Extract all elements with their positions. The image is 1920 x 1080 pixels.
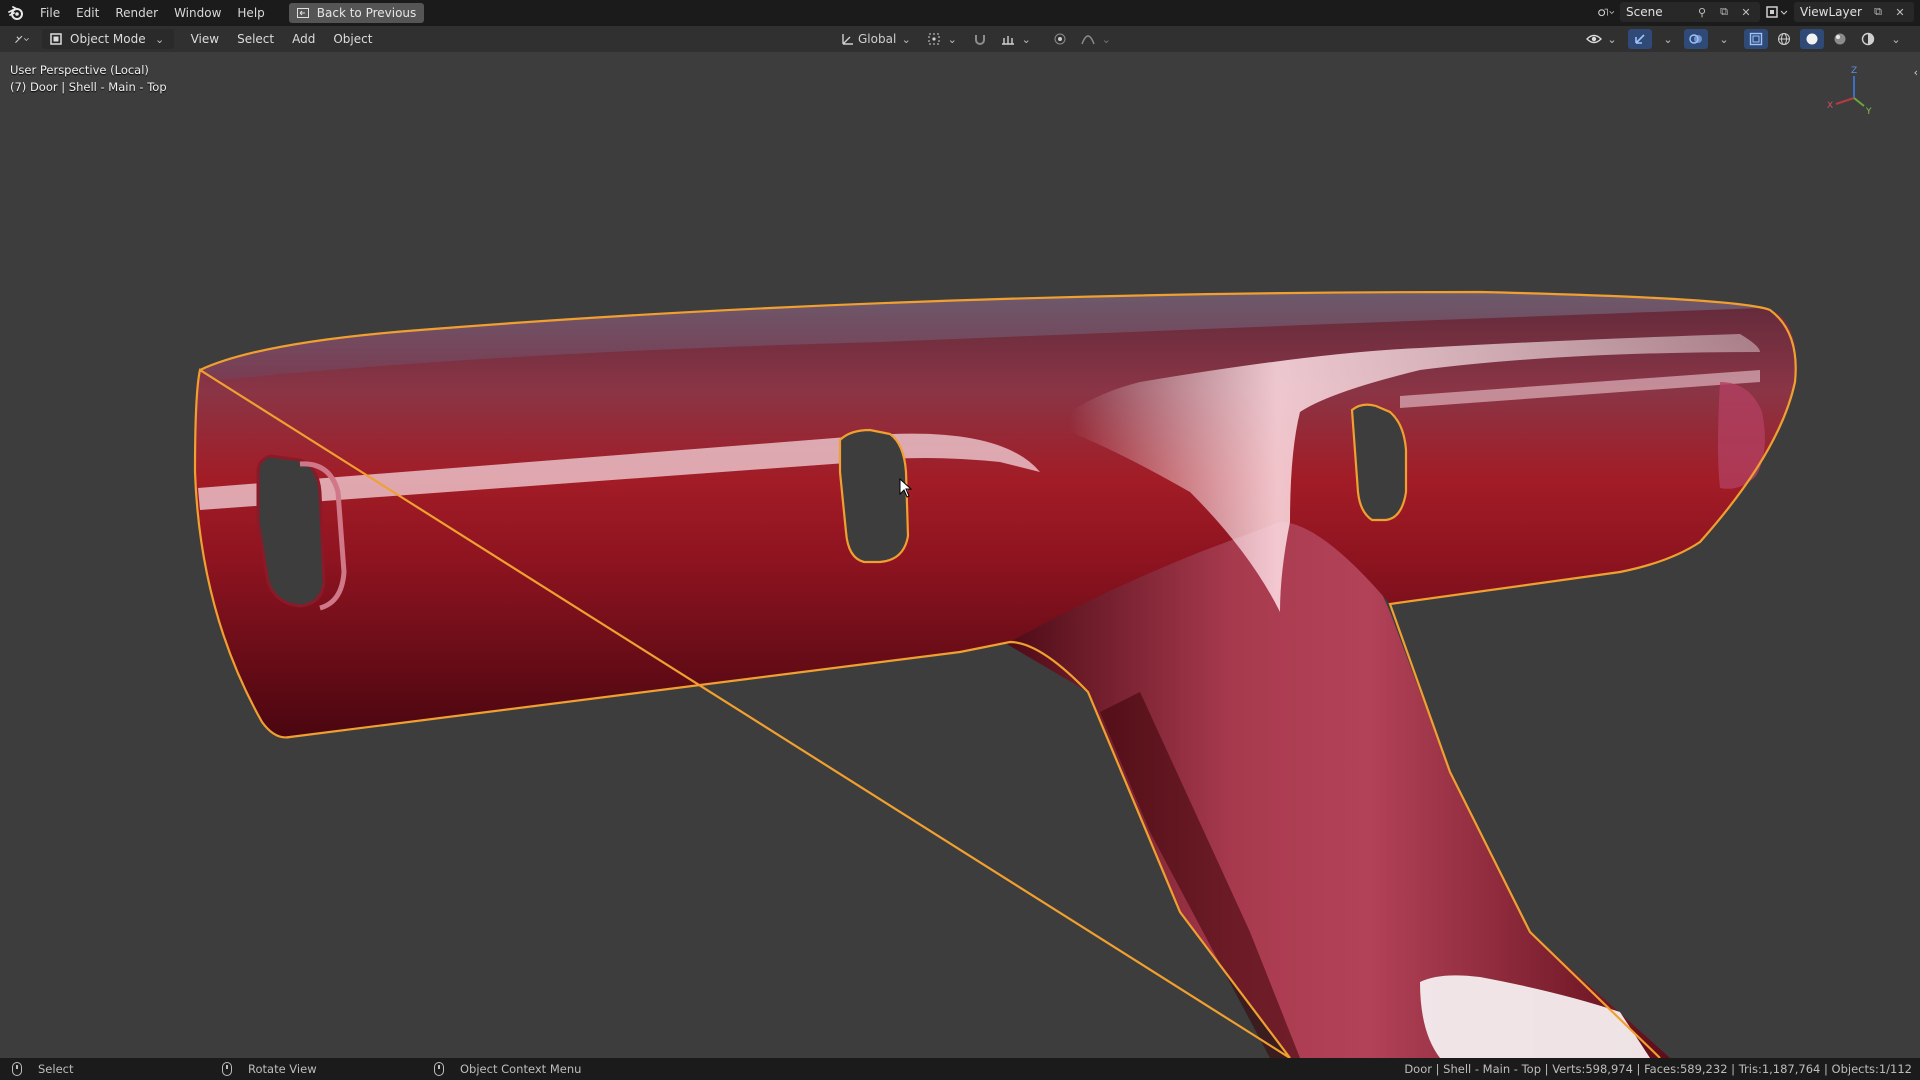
snap-increment-icon [1000,31,1016,47]
viewport-info-overlay: User Perspective (Local) (7) Door | Shel… [10,62,167,96]
perspective-label: User Perspective (Local) [10,63,149,77]
blender-logo-icon[interactable] [0,0,32,26]
sidebar-toggle-icon[interactable]: ‹ [1914,66,1918,79]
menu-render[interactable]: Render [107,2,166,24]
navigation-gizmo[interactable]: Z X Y [1824,62,1884,122]
chevron-down-icon: ⌄ [154,32,165,46]
editor-type-icon [14,31,30,47]
scene-icon[interactable] [1598,4,1614,20]
xray-toggle[interactable] [1744,29,1768,49]
menu-add[interactable]: Add [283,32,324,46]
shading-options-dropdown[interactable]: ⌄ [1884,29,1908,49]
shading-rendered-button[interactable] [1856,29,1880,49]
menu-file[interactable]: File [32,2,68,24]
viewport-header: Object Mode ⌄ View Select Add Object Glo… [0,26,1920,52]
status-rotate-view: Rotate View [222,1062,317,1076]
menu-edit[interactable]: Edit [68,2,107,24]
new-scene-icon[interactable]: ⧉ [1716,4,1732,20]
proportional-icon [1052,31,1068,47]
menu-view[interactable]: View [182,32,228,46]
new-viewlayer-icon[interactable]: ⧉ [1870,4,1886,20]
top-menu-bar: File Edit Render Window Help Back to Pre… [0,0,1920,26]
snap-icon [972,31,988,47]
remove-viewlayer-icon[interactable]: ✕ [1892,4,1908,20]
transform-icon [840,31,856,47]
pivot-point-dropdown[interactable]: ⌄ [922,29,964,49]
active-object-label: (7) Door | Shell - Main - Top [10,80,167,94]
proportional-falloff-dropdown[interactable]: ⌄ [1076,29,1118,49]
close-icon[interactable]: ✕ [1738,4,1754,20]
status-context-label: Object Context Menu [460,1062,582,1076]
transform-orientation-label: Global [858,32,897,46]
chevron-down-icon: ⌄ [1891,32,1901,46]
chevron-down-icon: ⌄ [1663,32,1673,46]
falloff-curve-icon [1080,31,1096,47]
object-mesh-render [193,290,1797,1058]
viewlayer-selector[interactable]: ViewLayer ⧉ ✕ [1794,2,1914,22]
chevron-down-icon: ⌄ [947,32,957,46]
shading-solid-button[interactable] [1800,29,1824,49]
menu-select[interactable]: Select [228,32,283,46]
gizmo-x-label: X [1827,101,1833,111]
shading-wireframe-icon [1776,31,1792,47]
menu-object[interactable]: Object [324,32,381,46]
snap-target-dropdown[interactable]: ⌄ [996,29,1038,49]
gizmo-z-label: Z [1851,66,1857,76]
chevron-down-icon: ⌄ [1719,32,1729,46]
mouse-left-icon [12,1062,22,1076]
transform-orientation-dropdown[interactable]: Global ⌄ [836,29,918,49]
back-to-previous-button[interactable]: Back to Previous [288,3,425,23]
gizmo-dropdown[interactable]: ⌄ [1656,29,1680,49]
viewlayer-icon[interactable] [1766,4,1788,20]
editor-type-button[interactable] [8,29,36,49]
status-rotate-label: Rotate View [248,1062,317,1076]
xray-icon [1748,31,1764,47]
object-mode-label: Object Mode [70,32,146,46]
chevron-down-icon: ⌄ [1021,32,1031,46]
snap-toggle[interactable] [968,29,992,49]
status-select: Select [12,1062,73,1076]
status-bar: Select Rotate View Object Context Menu D… [0,1058,1920,1080]
shading-material-icon [1832,31,1848,47]
gizmo-y-label: Y [1865,107,1872,117]
status-select-label: Select [38,1062,74,1076]
gizmo-icon [1632,31,1648,47]
mouse-cursor-icon [899,477,913,501]
proportional-editing-toggle[interactable] [1048,29,1072,49]
shading-rendered-icon [1860,31,1876,47]
chevron-down-icon: ⌄ [901,32,911,46]
shading-material-button[interactable] [1828,29,1852,49]
pin-icon[interactable]: ⚲ [1694,4,1710,20]
back-to-previous-label: Back to Previous [316,6,417,20]
pivot-icon [926,31,942,47]
object-mode-icon [48,31,64,47]
scene-statistics: Door | Shell - Main - Top | Verts:598,97… [1404,1062,1912,1076]
show-overlays-toggle[interactable] [1684,29,1708,49]
menu-window[interactable]: Window [166,2,229,24]
show-gizmo-toggle[interactable] [1628,29,1652,49]
visibility-icon [1586,31,1602,47]
selectability-visibility-dropdown[interactable]: ⌄ [1582,29,1624,49]
shading-solid-icon [1804,31,1820,47]
shading-wireframe-button[interactable] [1772,29,1796,49]
object-mode-dropdown[interactable]: Object Mode ⌄ [42,29,174,49]
3d-viewport[interactable]: User Perspective (Local) (7) Door | Shel… [0,52,1920,1058]
scene-name: Scene [1626,5,1663,19]
back-icon [295,5,311,21]
mouse-right-icon [434,1062,444,1076]
chevron-down-icon: ⌄ [1607,32,1617,46]
overlays-dropdown[interactable]: ⌄ [1712,29,1736,49]
mouse-middle-icon [222,1062,232,1076]
chevron-down-icon: ⌄ [1101,32,1111,46]
viewlayer-name: ViewLayer [1800,5,1862,19]
status-context-menu: Object Context Menu [434,1062,581,1076]
scene-selector[interactable]: Scene ⚲ ⧉ ✕ [1620,2,1760,22]
overlay-icon [1688,31,1704,47]
menu-help[interactable]: Help [229,2,272,24]
